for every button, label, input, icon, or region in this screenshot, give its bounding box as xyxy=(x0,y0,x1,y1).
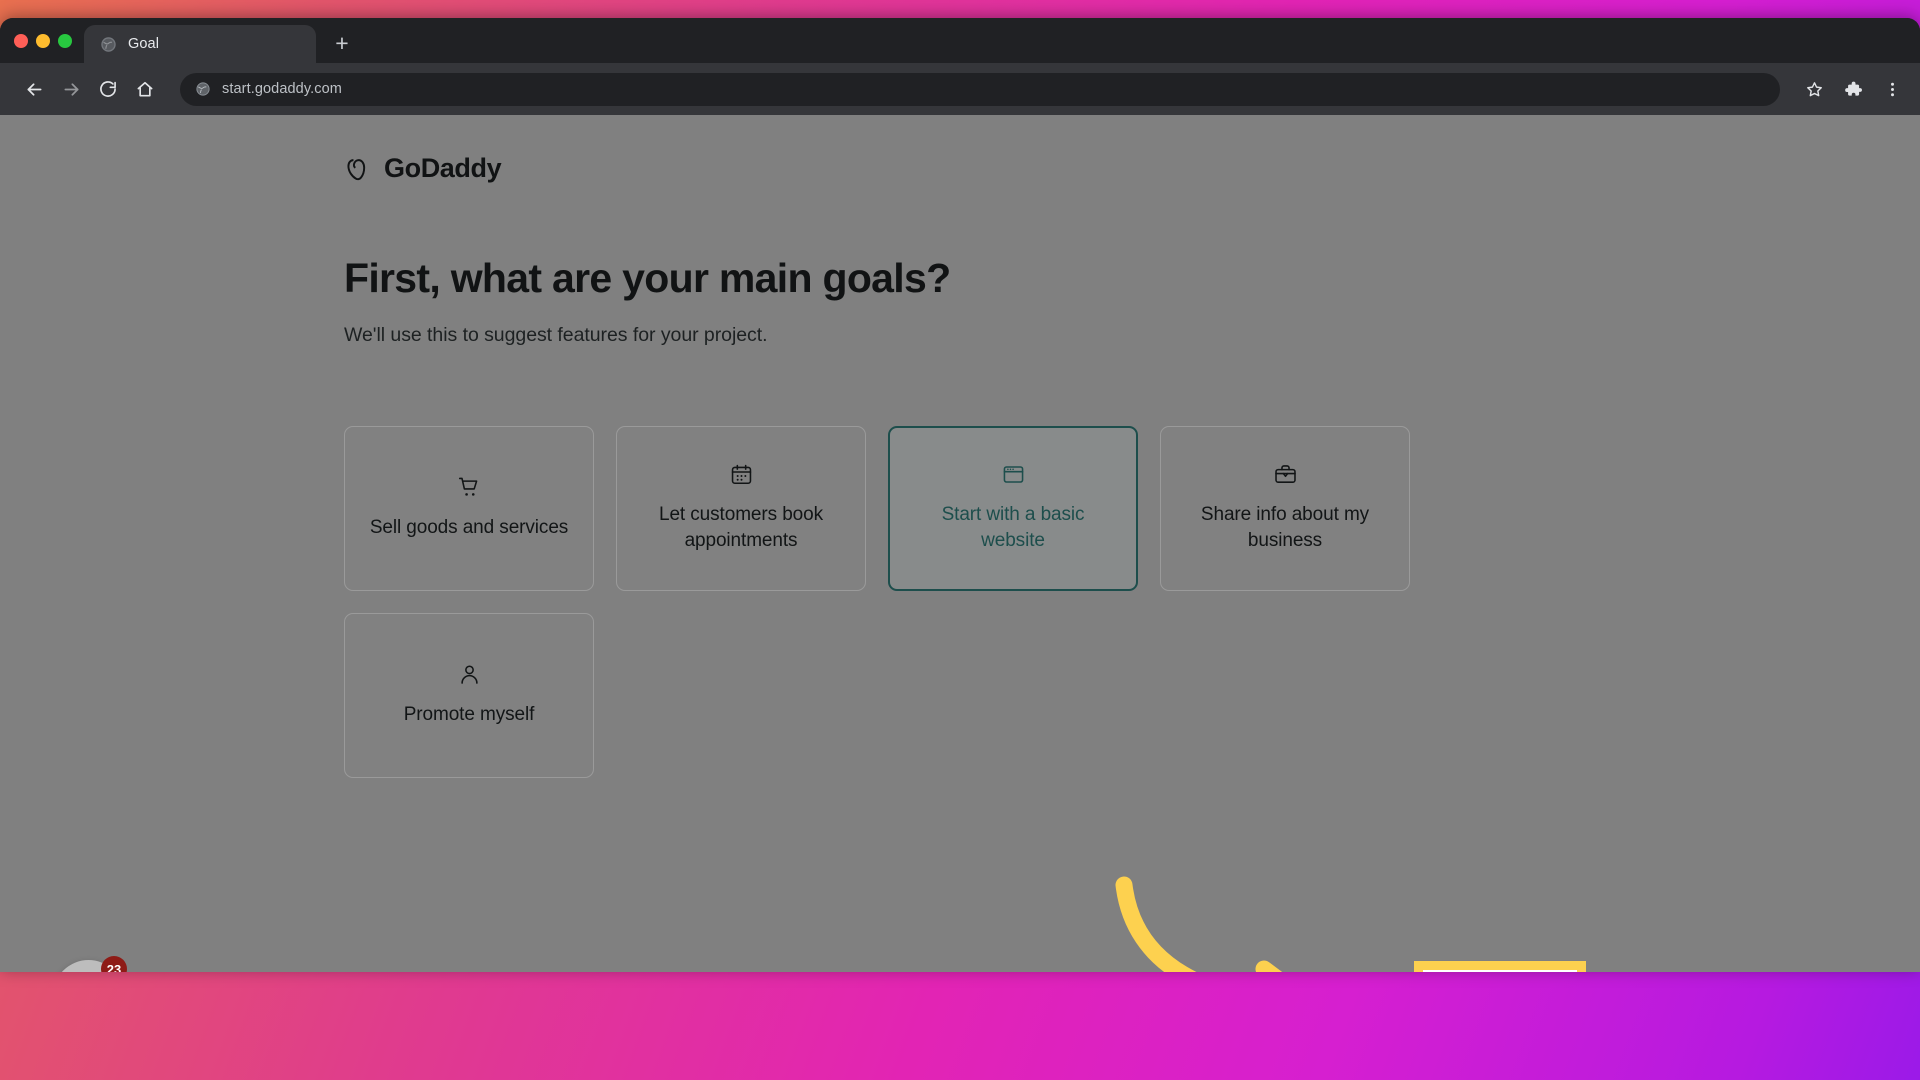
minimize-window-button[interactable] xyxy=(36,33,50,48)
new-tab-button[interactable]: + xyxy=(325,26,359,60)
continue-highlight-inner: Continue xyxy=(1423,970,1577,972)
back-arrow-icon[interactable] xyxy=(17,72,51,106)
page-content: GoDaddy First, what are your main goals?… xyxy=(344,115,1644,778)
address-bar-url: start.godaddy.com xyxy=(222,81,342,97)
home-icon[interactable] xyxy=(128,72,162,106)
address-bar[interactable]: start.godaddy.com xyxy=(180,72,1780,106)
goal-card-sell-goods[interactable]: Sell goods and services xyxy=(344,425,594,591)
browser-toolbar: start.godaddy.com xyxy=(0,63,1920,115)
goal-card-basic-website[interactable]: Start with a basic website xyxy=(888,425,1138,591)
goal-card-promote-myself[interactable]: Promote myself xyxy=(344,612,594,778)
goal-card-share-business-info[interactable]: Share info about my business xyxy=(1160,425,1410,591)
person-icon xyxy=(457,662,482,687)
goal-options-grid: Sell goods and services Let customers bo… xyxy=(344,425,1410,778)
briefcase-icon xyxy=(1273,462,1298,487)
tab-goal[interactable]: Goal xyxy=(84,25,316,63)
browser-window-icon xyxy=(1001,462,1026,487)
shopping-cart-icon xyxy=(457,475,482,500)
globe-icon xyxy=(101,36,116,52)
forward-arrow-icon[interactable] xyxy=(54,72,88,106)
page-subtitle: We'll use this to suggest features for y… xyxy=(344,323,768,346)
yellow-pointer-arrow xyxy=(1115,876,1283,972)
goal-card-label: Share info about my business xyxy=(1200,504,1370,552)
goal-card-label: Sell goods and services xyxy=(369,517,569,539)
goal-card-book-appointments[interactable]: Let customers book appointments xyxy=(616,425,866,591)
tab-title: Goal xyxy=(128,36,160,52)
godaddy-heart-logo xyxy=(347,158,366,180)
calendar-icon xyxy=(729,462,754,487)
toolbar-right-group xyxy=(1799,74,1907,104)
more-menu-icon[interactable] xyxy=(1877,74,1907,104)
godaddy-brand: GoDaddy xyxy=(344,153,1644,184)
goal-card-label: Start with a basic website xyxy=(941,504,1085,552)
globe-icon xyxy=(196,82,210,96)
tab-strip: Goal + xyxy=(0,18,1920,63)
extensions-puzzle-icon[interactable] xyxy=(1838,74,1868,104)
window-traffic-lights xyxy=(0,18,84,63)
guide-notification-count: 23 xyxy=(101,956,127,972)
maximize-window-button[interactable] xyxy=(58,33,72,48)
continue-highlight-frame: Continue xyxy=(1414,961,1586,972)
goal-card-label: Let customers book appointments xyxy=(658,504,823,552)
page-title: First, what are your main goals? xyxy=(344,255,951,301)
bookmark-star-icon[interactable] xyxy=(1799,74,1829,104)
page-viewport: GoDaddy First, what are your main goals?… xyxy=(0,115,1920,972)
close-window-button[interactable] xyxy=(14,33,28,48)
browser-window: Goal + start.godaddy.com GoDaddy First, … xyxy=(0,18,1920,972)
desktop-wallpaper: Goal + start.godaddy.com GoDaddy First, … xyxy=(0,0,1920,1080)
reload-icon[interactable] xyxy=(91,72,125,106)
guide-assistant-badge[interactable]: g. 23 xyxy=(53,956,127,972)
goal-card-label: Promote myself xyxy=(403,704,535,726)
godaddy-wordmark: GoDaddy xyxy=(384,153,502,183)
